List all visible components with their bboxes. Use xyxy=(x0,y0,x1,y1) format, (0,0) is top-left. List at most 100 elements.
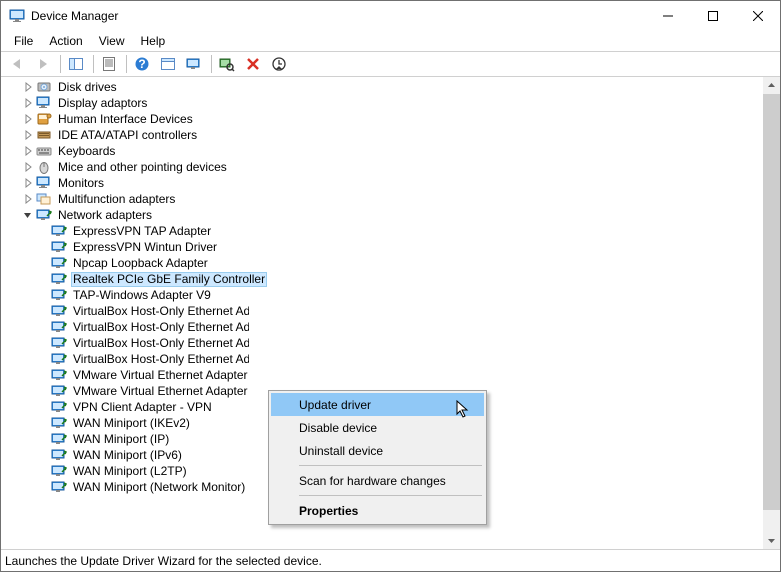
chevron-right-icon[interactable] xyxy=(21,144,35,158)
context-menu-separator xyxy=(299,465,482,466)
tree-device-label: WAN Miniport (IKEv2) xyxy=(71,416,192,430)
client-area: Disk drivesDisplay adaptorsHuman Interfa… xyxy=(1,77,780,549)
help-button[interactable]: ? xyxy=(130,53,154,75)
net-icon xyxy=(51,255,67,271)
tree-category-label: Monitors xyxy=(56,176,106,190)
context-menu-scan-hardware[interactable]: Scan for hardware changes xyxy=(271,469,484,492)
tree-device-label: ExpressVPN TAP Adapter xyxy=(71,224,213,238)
show-hide-console-tree-button[interactable] xyxy=(64,53,88,75)
chevron-down-icon[interactable] xyxy=(21,208,35,222)
net-icon xyxy=(51,239,67,255)
net-icon xyxy=(51,479,67,495)
tree-device[interactable]: Npcap Loopback Adapter xyxy=(1,255,763,271)
tree-category-label: Multifunction adapters xyxy=(56,192,177,206)
scroll-up-button[interactable] xyxy=(763,77,780,94)
back-button[interactable] xyxy=(5,53,29,75)
properties-button[interactable] xyxy=(97,53,121,75)
menu-file[interactable]: File xyxy=(7,32,40,50)
tree-device[interactable]: Realtek PCIe GbE Family Controller xyxy=(1,271,763,287)
scroll-down-button[interactable] xyxy=(763,532,780,549)
tree-category[interactable]: Human Interface Devices xyxy=(1,111,763,127)
menu-view[interactable]: View xyxy=(92,32,132,50)
chevron-right-icon[interactable] xyxy=(21,192,35,206)
device-manager-window: Device Manager File Action View Help ? D… xyxy=(0,0,781,572)
statusbar-text: Launches the Update Driver Wizard for th… xyxy=(5,554,322,568)
tree-category[interactable]: Network adapters xyxy=(1,207,763,223)
ide-icon xyxy=(36,127,52,143)
statusbar: Launches the Update Driver Wizard for th… xyxy=(1,549,780,571)
toolbar-separator xyxy=(126,55,127,73)
context-menu-properties[interactable]: Properties xyxy=(271,499,484,522)
menubar: File Action View Help xyxy=(1,31,780,51)
tree-category[interactable]: Disk drives xyxy=(1,79,763,95)
tree-device[interactable]: TAP-Windows Adapter V9 xyxy=(1,287,763,303)
tree-device[interactable]: VirtualBox Host-Only Ethernet Adapter xyxy=(1,335,763,351)
toolbar-separator xyxy=(60,55,61,73)
net-icon xyxy=(51,447,67,463)
action-button[interactable] xyxy=(156,53,180,75)
scroll-track[interactable] xyxy=(763,94,780,532)
net-icon xyxy=(51,463,67,479)
tree-device[interactable]: VMware Virtual Ethernet Adapter xyxy=(1,367,763,383)
net-icon xyxy=(51,415,67,431)
tree-device-label: WAN Miniport (Network Monitor) xyxy=(71,480,247,494)
tree-device-label: VirtualBox Host-Only Ethernet Adapter xyxy=(71,336,249,350)
net-icon xyxy=(51,319,67,335)
mouse-icon xyxy=(36,159,52,175)
toolbar-separator xyxy=(93,55,94,73)
multi-icon xyxy=(36,191,52,207)
menu-action[interactable]: Action xyxy=(42,32,89,50)
tree-category[interactable]: Monitors xyxy=(1,175,763,191)
tree-device-label: WAN Miniport (IPv6) xyxy=(71,448,184,462)
net-icon xyxy=(51,335,67,351)
maximize-button[interactable] xyxy=(690,1,735,31)
chevron-right-icon[interactable] xyxy=(21,176,35,190)
tree-device[interactable]: VirtualBox Host-Only Ethernet Adapter xyxy=(1,319,763,335)
minimize-button[interactable] xyxy=(645,1,690,31)
tree-category[interactable]: Keyboards xyxy=(1,143,763,159)
tree-device-label: ExpressVPN Wintun Driver xyxy=(71,240,219,254)
chevron-right-icon[interactable] xyxy=(21,112,35,126)
context-menu-update-driver[interactable]: Update driver xyxy=(271,393,484,416)
close-button[interactable] xyxy=(735,1,780,31)
net-icon xyxy=(51,367,67,383)
tree-device[interactable]: ExpressVPN TAP Adapter xyxy=(1,223,763,239)
chevron-right-icon[interactable] xyxy=(21,80,35,94)
tree-device-label: VMware Virtual Ethernet Adapter xyxy=(71,368,249,382)
display-icon xyxy=(36,95,52,111)
tree-category-label: Network adapters xyxy=(56,208,154,222)
tree-device[interactable]: VirtualBox Host-Only Ethernet Adapter xyxy=(1,351,763,367)
tree-category[interactable]: Multifunction adapters xyxy=(1,191,763,207)
tree-category[interactable]: IDE ATA/ATAPI controllers xyxy=(1,127,763,143)
keyboard-icon xyxy=(36,143,52,159)
chevron-right-icon[interactable] xyxy=(21,96,35,110)
titlebar: Device Manager xyxy=(1,1,780,31)
toolbar: ? xyxy=(1,51,780,77)
monitor-icon xyxy=(36,175,52,191)
hid-icon xyxy=(36,111,52,127)
context-menu-disable-device[interactable]: Disable device xyxy=(271,416,484,439)
chevron-right-icon[interactable] xyxy=(21,160,35,174)
tree-category-label: IDE ATA/ATAPI controllers xyxy=(56,128,199,142)
scroll-thumb[interactable] xyxy=(763,94,780,510)
tree-category[interactable]: Display adaptors xyxy=(1,95,763,111)
update-driver-button[interactable] xyxy=(267,53,291,75)
tree-device-label: VMware Virtual Ethernet Adapter xyxy=(71,384,249,398)
tree-device-label: Realtek PCIe GbE Family Controller xyxy=(71,272,267,287)
view-button[interactable] xyxy=(182,53,206,75)
scan-hardware-button[interactable] xyxy=(215,53,239,75)
tree-device-label: VirtualBox Host-Only Ethernet Adapter xyxy=(71,304,249,318)
menu-help[interactable]: Help xyxy=(134,32,173,50)
tree-category[interactable]: Mice and other pointing devices xyxy=(1,159,763,175)
net-icon xyxy=(51,271,67,287)
net-icon xyxy=(51,383,67,399)
forward-button[interactable] xyxy=(31,53,55,75)
uninstall-button[interactable] xyxy=(241,53,265,75)
context-menu-uninstall-device[interactable]: Uninstall device xyxy=(271,439,484,462)
tree-category-label: Human Interface Devices xyxy=(56,112,195,126)
tree-device[interactable]: ExpressVPN Wintun Driver xyxy=(1,239,763,255)
vertical-scrollbar[interactable] xyxy=(763,77,780,549)
net-icon xyxy=(51,303,67,319)
chevron-right-icon[interactable] xyxy=(21,128,35,142)
tree-device[interactable]: VirtualBox Host-Only Ethernet Adapter xyxy=(1,303,763,319)
